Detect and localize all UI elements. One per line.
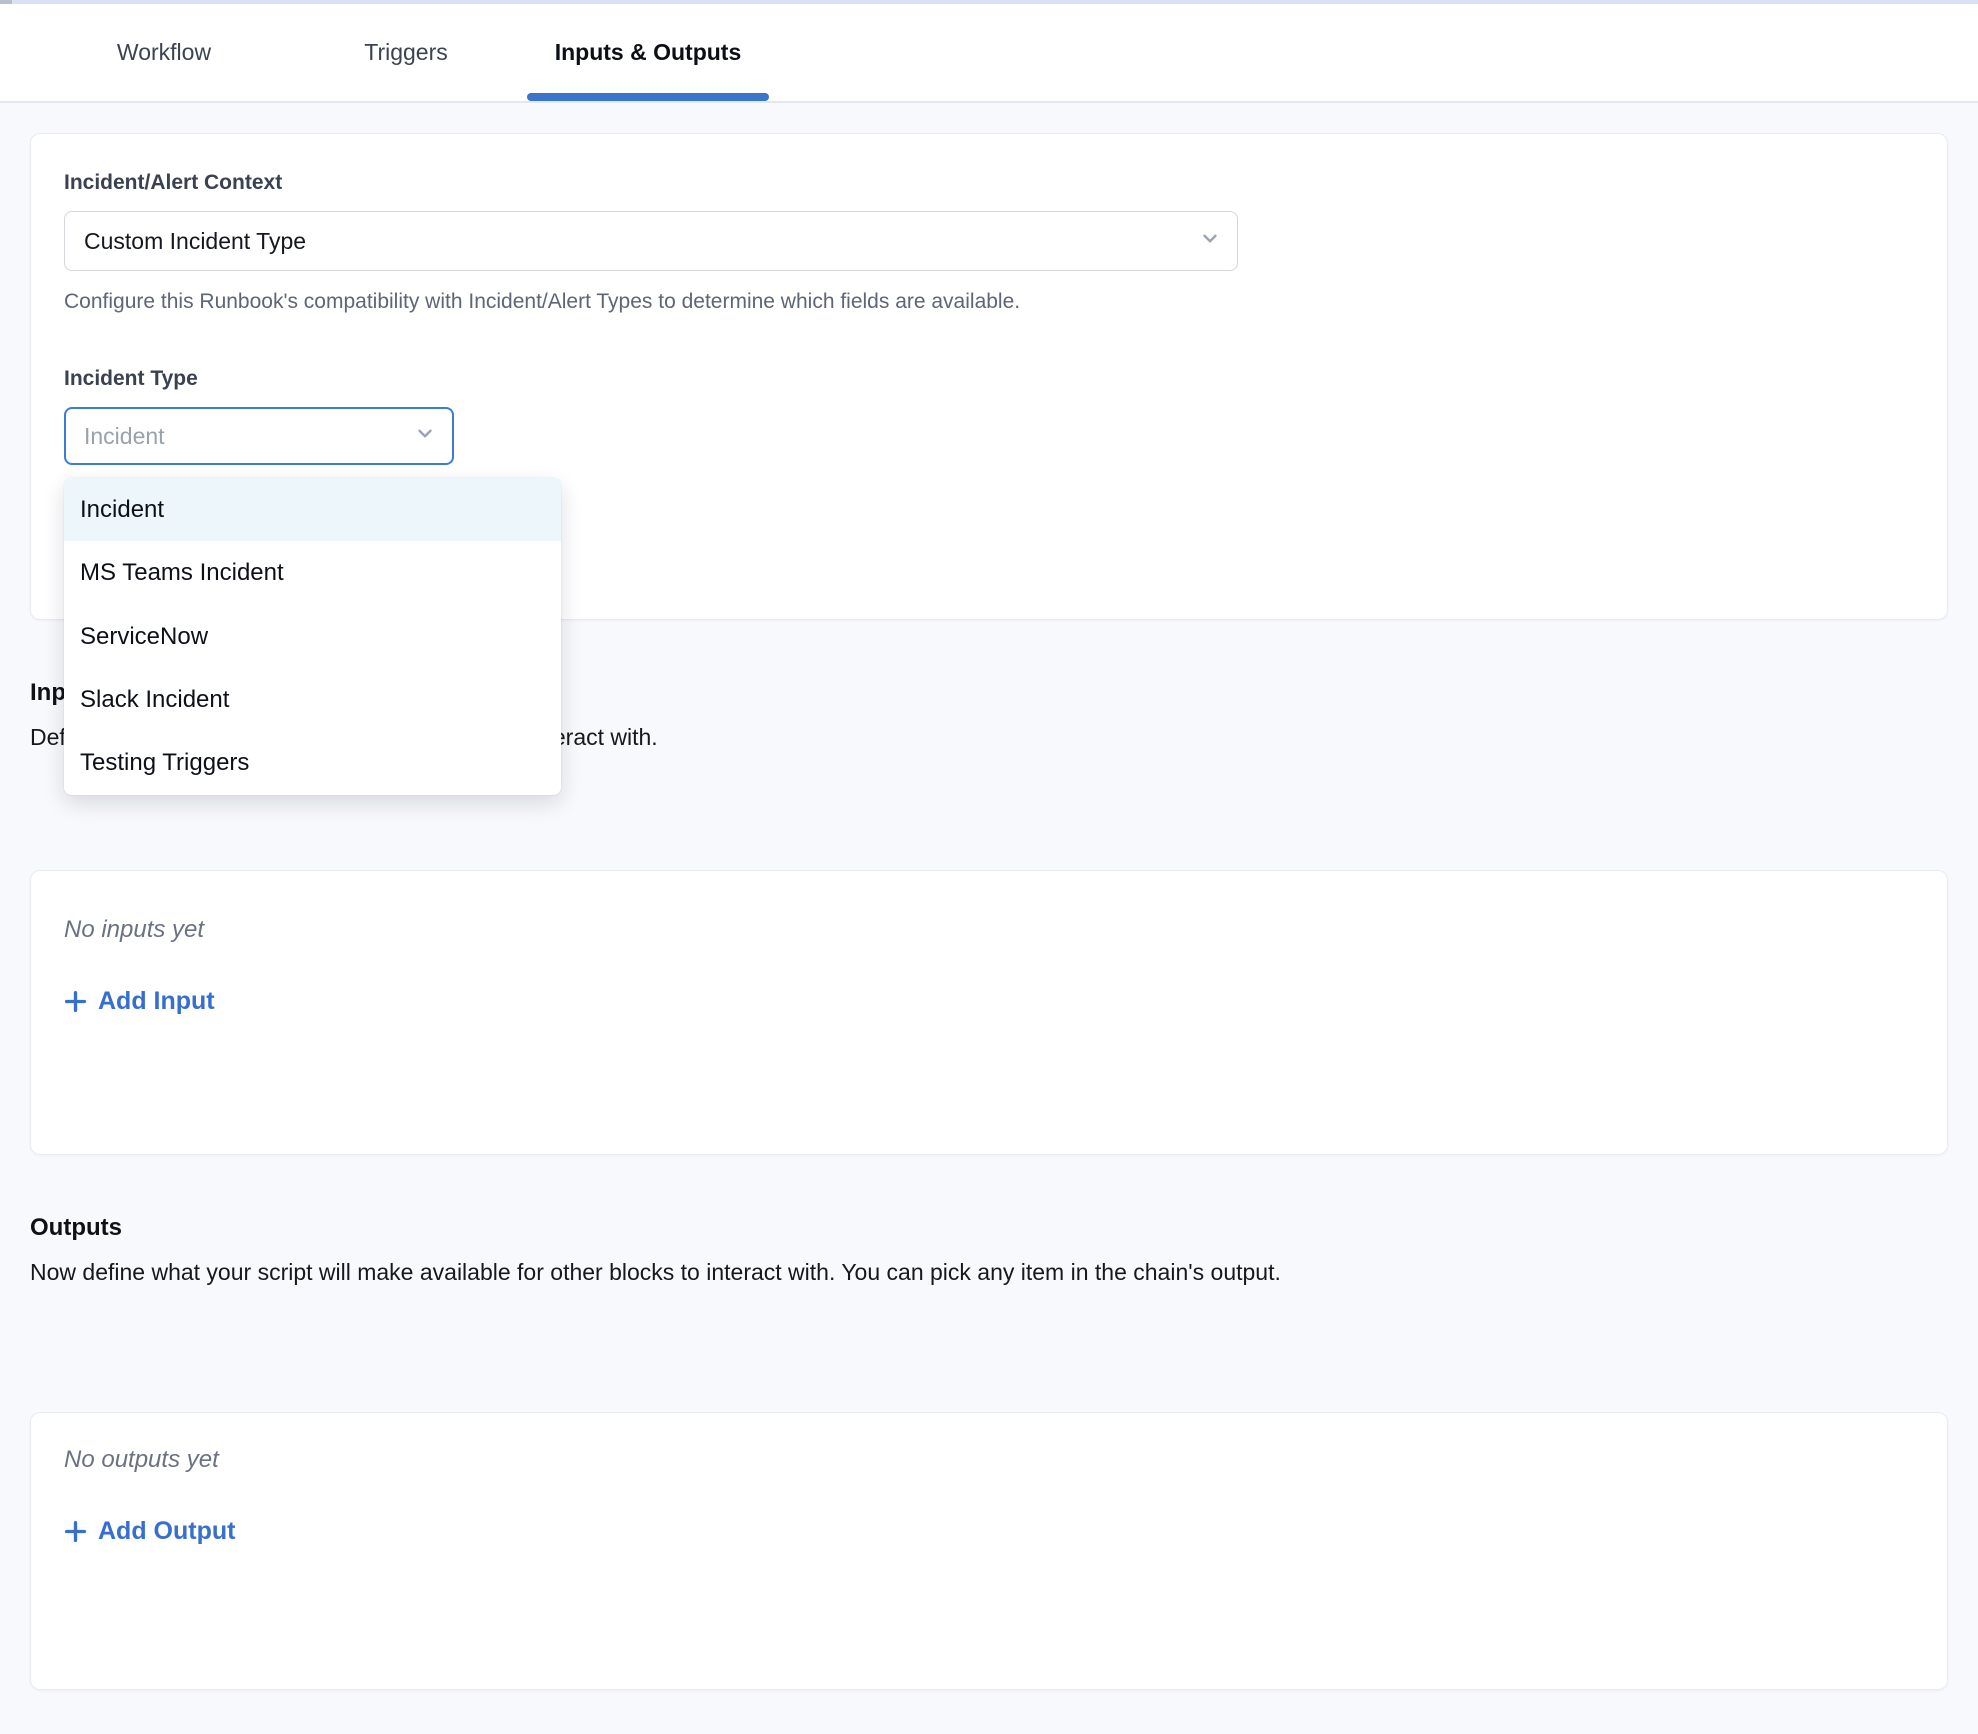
incident-type-select[interactable]: Incident [64,407,454,465]
add-input-label: Add Input [98,985,215,1017]
menu-option-incident[interactable]: Incident [64,478,561,541]
incident-type-label: Incident Type [64,366,1914,392]
outputs-empty-text: No outputs yet [64,1445,1914,1475]
outputs-section-title: Outputs [30,1213,1948,1243]
chevron-down-icon [414,423,436,450]
tab-triggers[interactable]: Triggers [285,4,527,101]
menu-option-ms-teams-incident[interactable]: MS Teams Incident [64,541,561,604]
menu-option-testing-triggers[interactable]: Testing Triggers [64,732,561,795]
tab-bar: Workflow Triggers Inputs & Outputs [0,4,1978,103]
incident-context-label: Incident/Alert Context [64,170,1914,196]
inputs-panel: No inputs yet Add Input [30,870,1948,1155]
incident-context-select[interactable]: Custom Incident Type [64,211,1238,271]
outputs-panel: No outputs yet Add Output [30,1412,1948,1690]
tab-inputs-outputs[interactable]: Inputs & Outputs [527,4,769,101]
outputs-section-description: Now define what your script will make av… [30,1257,1948,1287]
incident-context-value: Custom Incident Type [84,228,306,255]
add-output-label: Add Output [98,1515,235,1547]
add-input-button[interactable]: Add Input [64,985,215,1017]
chevron-down-icon [1199,228,1221,255]
incident-type-placeholder: Incident [84,423,165,450]
menu-option-servicenow[interactable]: ServiceNow [64,605,561,668]
menu-option-slack-incident[interactable]: Slack Incident [64,668,561,731]
tab-workflow[interactable]: Workflow [43,4,285,101]
add-output-button[interactable]: Add Output [64,1515,235,1547]
main-content: Incident/Alert Context Custom Incident T… [0,105,1978,1734]
inputs-empty-text: No inputs yet [64,915,1914,945]
plus-icon [64,1520,87,1543]
incident-context-help: Configure this Runbook's compatibility w… [64,288,1914,316]
plus-icon [64,990,87,1013]
incident-type-dropdown-menu: Incident MS Teams Incident ServiceNow Sl… [64,478,561,795]
